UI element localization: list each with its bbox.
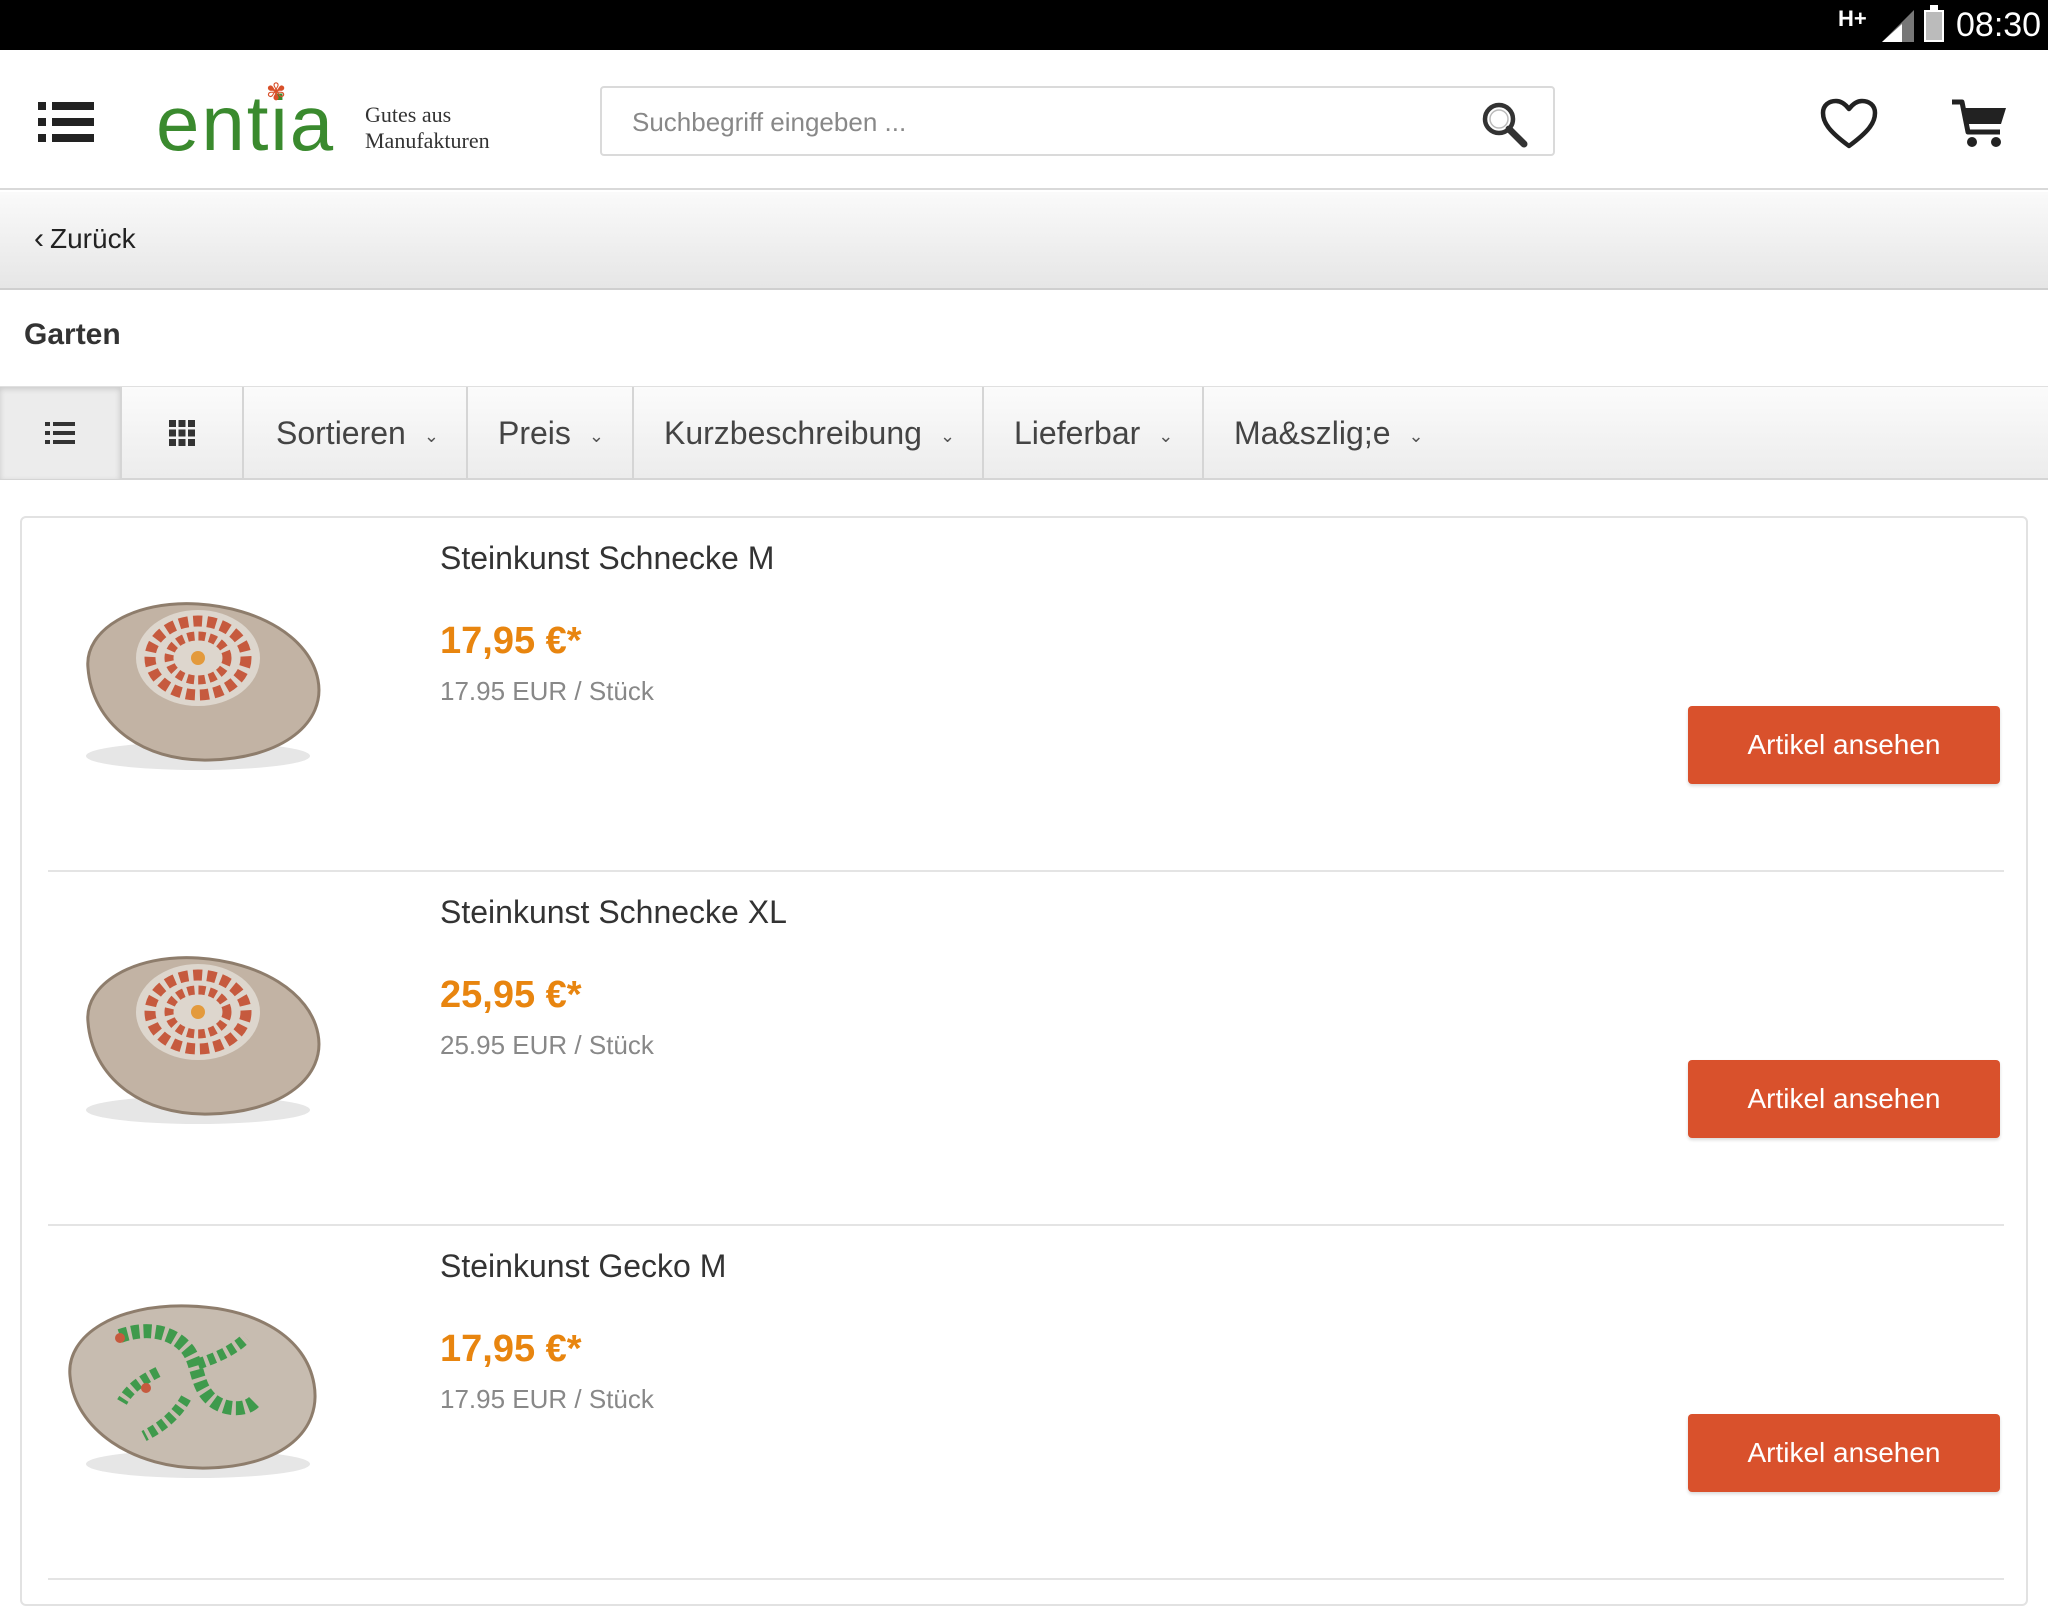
- product-price: 25,95 €*: [440, 974, 582, 1016]
- network-indicator: H+: [1838, 6, 1867, 31]
- view-product-button[interactable]: Artikel ansehen: [1688, 1414, 2000, 1492]
- clock: 08:30: [1956, 6, 2042, 44]
- battery-icon: [1924, 5, 1944, 42]
- product-title[interactable]: Steinkunst Schnecke XL: [440, 894, 787, 931]
- product-title[interactable]: Steinkunst Gecko M: [440, 1248, 726, 1285]
- chevron-down-icon: ⌄: [939, 425, 956, 446]
- grid-view-button[interactable]: [122, 387, 244, 479]
- product-title[interactable]: Steinkunst Schnecke M: [440, 540, 774, 577]
- product-unit-price: 17.95 EUR / Stück: [440, 676, 654, 706]
- signal-icon: [1882, 10, 1914, 42]
- cart-icon[interactable]: [1950, 96, 2010, 150]
- wishlist-heart-icon[interactable]: [1820, 98, 1878, 150]
- back-bar: ‹ Zurück: [0, 192, 2048, 290]
- search-icon[interactable]: [1480, 100, 1528, 148]
- menu-icon[interactable]: [38, 100, 94, 144]
- view-product-button[interactable]: Artikel ansehen: [1688, 1060, 2000, 1138]
- site-logo[interactable]: entia ✾ Gutes aus Manufakturen: [156, 72, 516, 172]
- grid-view-icon: [169, 420, 195, 446]
- chevron-down-icon: ⌄: [1158, 425, 1174, 446]
- filter-description-dropdown[interactable]: Kurzbeschreibung ⌄: [634, 387, 984, 479]
- product-list: Steinkunst Schnecke M 17,95 €* 17.95 EUR…: [20, 516, 2028, 1606]
- product-image[interactable]: [48, 572, 338, 782]
- filter-price-dropdown[interactable]: Preis ⌄: [468, 387, 634, 479]
- list-view-button[interactable]: [0, 387, 122, 479]
- search-box: [600, 86, 1555, 156]
- product-price: 17,95 €*: [440, 620, 582, 662]
- product-unit-price: 17.95 EUR / Stück: [440, 1384, 654, 1414]
- product-image[interactable]: [48, 1280, 338, 1490]
- product-item: Steinkunst Schnecke M 17,95 €* 17.95 EUR…: [48, 518, 2004, 872]
- chevron-down-icon: ⌄: [588, 425, 604, 446]
- butterfly-icon: ✾: [266, 79, 287, 106]
- product-unit-price: 25.95 EUR / Stück: [440, 1030, 654, 1060]
- site-header: entia ✾ Gutes aus Manufakturen: [0, 50, 2048, 190]
- sort-dropdown[interactable]: Sortieren ⌄: [246, 387, 468, 479]
- chevron-left-icon: ‹: [34, 222, 44, 255]
- status-bar: H+ 08:30: [0, 0, 2048, 50]
- listing-toolbar: Sortieren ⌄ Preis ⌄ Kurzbeschreibung ⌄ Lief…: [0, 386, 2048, 480]
- product-item: Steinkunst Schnecke XL 25,95 €* 25.95 EU…: [48, 872, 2004, 1226]
- page-title: Garten: [24, 318, 121, 351]
- logo-wordmark: entia: [156, 79, 336, 167]
- filter-dimensions-dropdown[interactable]: Ma&szlig;e ⌄: [1204, 387, 1444, 479]
- product-price: 17,95 €*: [440, 1328, 582, 1370]
- product-item: Steinkunst Gecko M 17,95 €* 17.95 EUR / …: [48, 1226, 2004, 1580]
- back-button[interactable]: ‹ Zurück: [34, 222, 136, 256]
- view-product-button[interactable]: Artikel ansehen: [1688, 706, 2000, 784]
- product-image[interactable]: [48, 926, 338, 1136]
- chevron-down-icon: ⌄: [1408, 425, 1424, 446]
- logo-tagline: Gutes aus Manufakturen: [365, 102, 490, 153]
- chevron-down-icon: ⌄: [423, 425, 439, 446]
- list-view-icon: [45, 422, 75, 444]
- filter-availability-dropdown[interactable]: Lieferbar ⌄: [984, 387, 1204, 479]
- search-input[interactable]: [632, 102, 1452, 142]
